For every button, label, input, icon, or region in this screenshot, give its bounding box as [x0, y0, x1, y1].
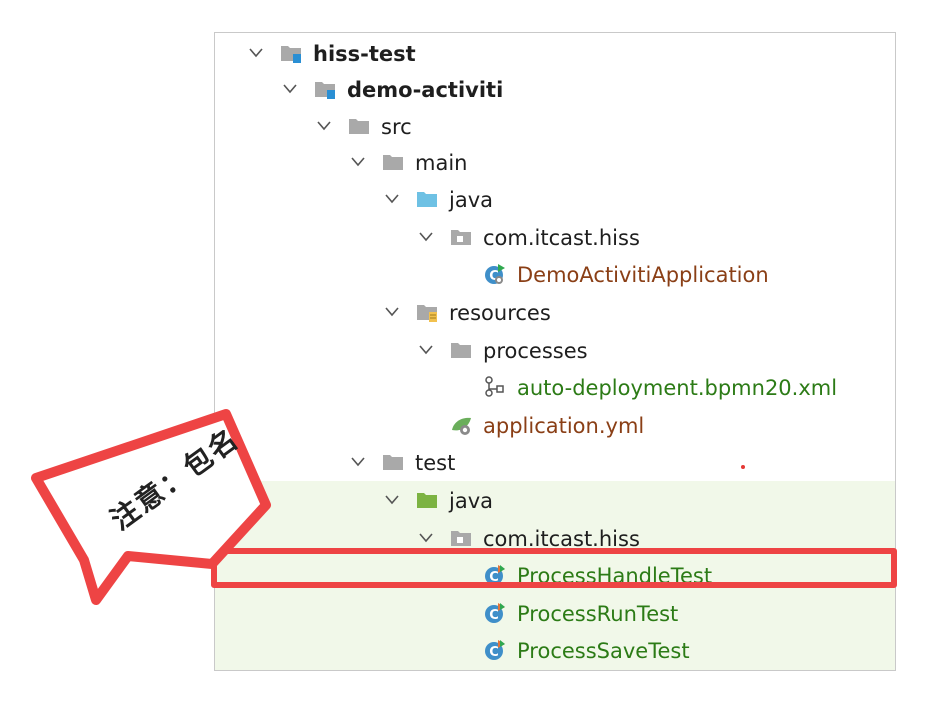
- tree-row-label: ProcessRunTest: [517, 602, 679, 626]
- tree-row-label: main: [415, 151, 468, 175]
- tree-row-label: application.yml: [483, 414, 645, 438]
- test-class-icon: C: [484, 602, 506, 624]
- chevron-down-icon[interactable]: [281, 81, 299, 95]
- red-dot-mark: [741, 465, 745, 469]
- folder-icon: [382, 451, 404, 473]
- chevron-down-icon[interactable]: [383, 492, 401, 506]
- chevron-down-icon[interactable]: [349, 454, 367, 468]
- tree-row-label: java: [449, 489, 493, 513]
- chevron-down-icon[interactable]: [349, 154, 367, 168]
- tree-row-java[interactable]: java: [215, 181, 895, 219]
- folder-icon: [382, 151, 404, 173]
- chevron-down-icon[interactable]: [417, 530, 435, 544]
- tree-row-auto-deployment-bpmn20-xml[interactable]: auto-deployment.bpmn20.xml: [215, 369, 895, 407]
- tree-row-application-yml[interactable]: application.yml: [215, 407, 895, 445]
- tree-row-label: resources: [449, 301, 551, 325]
- tree-row-demo-activiti[interactable]: demo-activiti: [215, 71, 895, 109]
- package-icon: [450, 226, 472, 248]
- chevron-down-icon[interactable]: [315, 118, 333, 132]
- tree-row-label: hiss-test: [313, 42, 416, 66]
- tree-row-src[interactable]: src: [215, 108, 895, 146]
- tree-row-label: com.itcast.hiss: [483, 226, 640, 250]
- tree-row-label: demo-activiti: [347, 78, 504, 102]
- chevron-down-icon[interactable]: [417, 342, 435, 356]
- svg-text:C: C: [489, 645, 499, 660]
- tree-row-com-itcast-hiss[interactable]: com.itcast.hiss: [215, 219, 895, 257]
- spring-config-icon: [450, 414, 472, 436]
- folder-icon: [348, 115, 370, 137]
- tree-row-demoactivitiapplication[interactable]: C DemoActivitiApplication: [215, 256, 895, 294]
- tree-row-resources[interactable]: resources: [215, 294, 895, 332]
- tree-row-label: test: [415, 451, 456, 475]
- chevron-down-icon[interactable]: [383, 304, 401, 318]
- tree-row-label: ProcessSaveTest: [517, 639, 690, 663]
- module-folder-icon: [280, 42, 302, 64]
- module-folder-icon: [314, 78, 336, 100]
- chevron-down-icon[interactable]: [247, 45, 265, 59]
- tree-row-label: auto-deployment.bpmn20.xml: [517, 376, 838, 400]
- test-source-folder-icon: [416, 489, 438, 511]
- highlight-box: [211, 548, 897, 588]
- tree-row-processruntest[interactable]: C ProcessRunTest: [215, 595, 895, 633]
- test-class-icon: C: [484, 639, 506, 661]
- tree-row-test[interactable]: test: [215, 444, 895, 482]
- tree-row-main[interactable]: main: [215, 144, 895, 182]
- spring-boot-class-icon: C: [484, 263, 506, 285]
- package-icon: [450, 527, 472, 549]
- tree-row-label: DemoActivitiApplication: [517, 263, 769, 287]
- folder-icon: [450, 339, 472, 361]
- bpmn-file-icon: [484, 376, 506, 398]
- tree-row-processes[interactable]: processes: [215, 332, 895, 370]
- tree-row-label: src: [381, 115, 412, 139]
- chevron-down-icon[interactable]: [383, 191, 401, 205]
- tree-row-processsavetest[interactable]: C ProcessSaveTest: [215, 632, 895, 670]
- tree-row-hiss-test[interactable]: hiss-test: [215, 35, 895, 73]
- svg-text:C: C: [489, 608, 499, 623]
- tree-row-java[interactable]: java: [215, 482, 895, 520]
- source-folder-icon: [416, 188, 438, 210]
- chevron-down-icon[interactable]: [417, 229, 435, 243]
- resources-folder-icon: [416, 301, 438, 323]
- tree-row-label: processes: [483, 339, 588, 363]
- tree-row-label: java: [449, 188, 493, 212]
